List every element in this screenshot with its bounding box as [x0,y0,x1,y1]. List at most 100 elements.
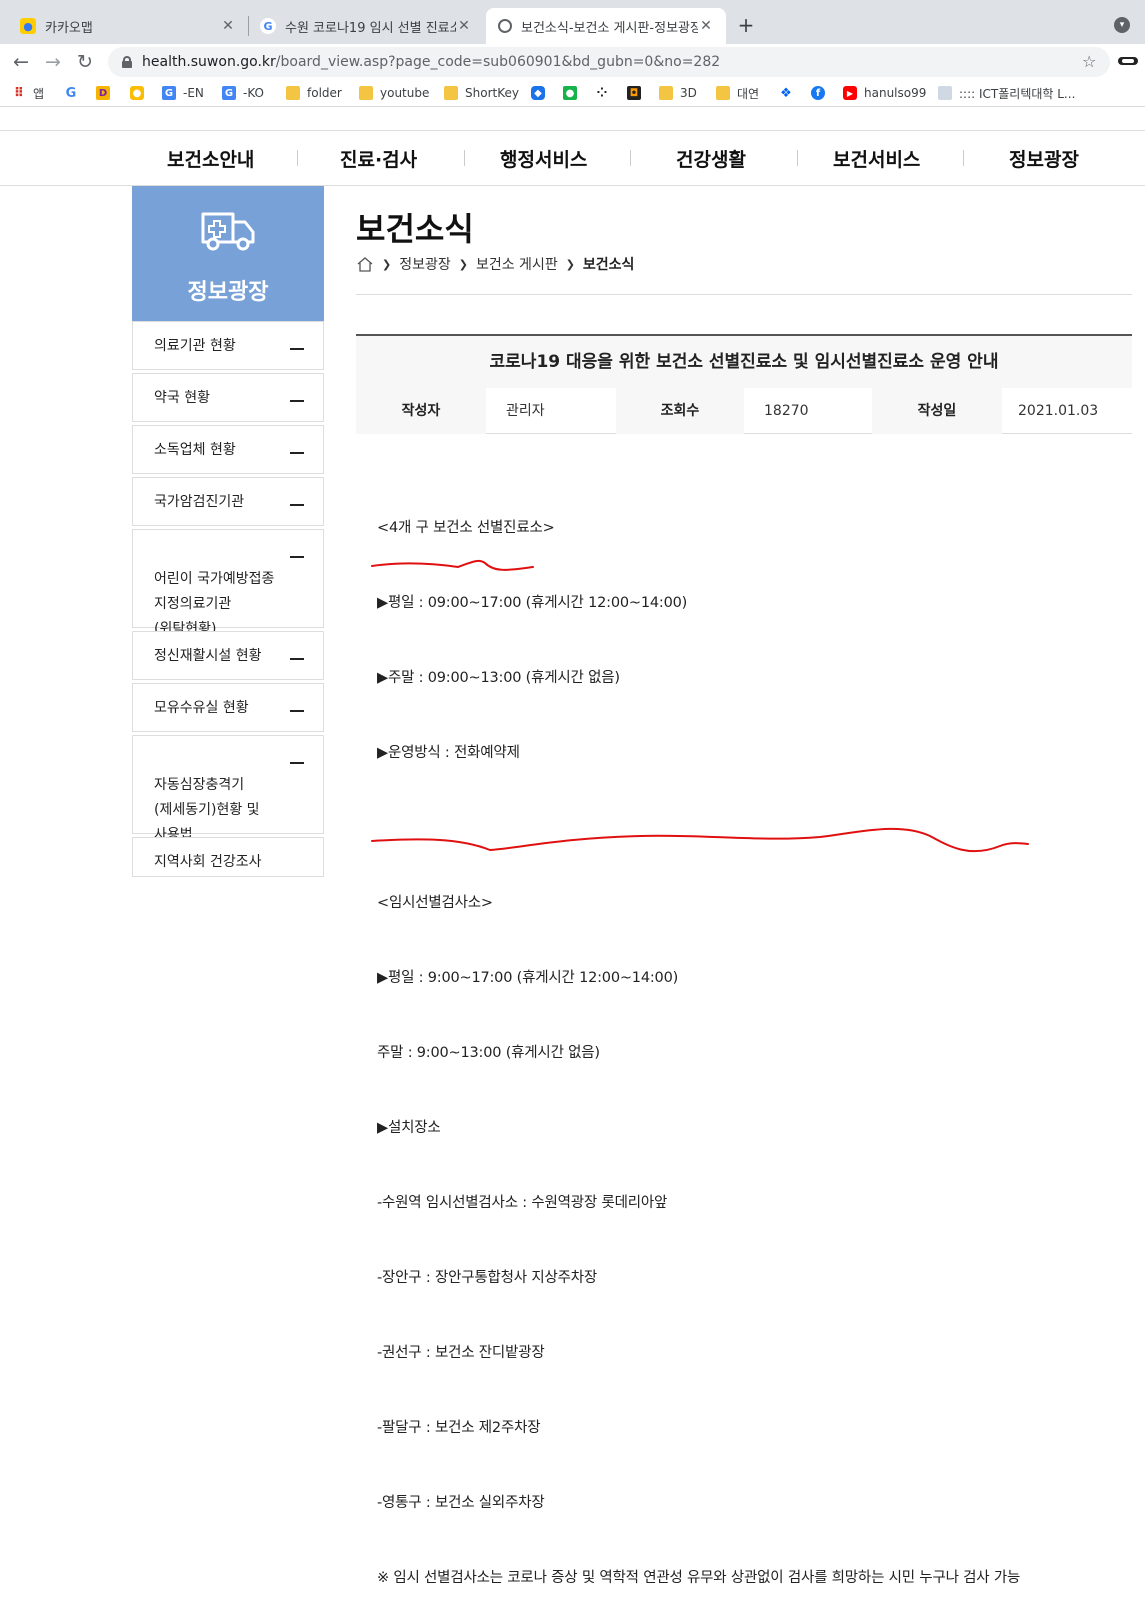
breadcrumb-info-plaza[interactable]: 정보광장 [399,254,451,274]
sidebar-item-rehab-facilities[interactable]: 정신재활시설 현황 [132,631,324,680]
bookmark-3d[interactable]: 3D [659,85,697,101]
address-bar[interactable]: health.suwon.go.kr/board_view.asp?page_c… [108,47,1110,77]
bookmark-folder[interactable]: folder [286,85,342,101]
ambulance-icon [201,212,255,251]
sidebar-item-label: 소독업체 현황 [154,442,236,458]
bookmark-translate-en[interactable]: G -EN [162,85,204,101]
nav-admin-services[interactable]: 행정서비스 [500,145,587,172]
dark-icon: ◘ [627,86,641,100]
forward-arrow-icon[interactable]: → [40,49,66,75]
close-icon[interactable]: ✕ [220,18,236,34]
sidebar-item-cancer-screening[interactable]: 국가암검진기관 [132,477,324,526]
nav-divider [297,150,298,166]
close-icon[interactable]: ✕ [456,18,472,34]
bookmark-yellow[interactable]: ● [130,85,151,101]
bookmark-apps[interactable]: ⠿ 앱 [12,85,44,101]
breadcrumb-current: 보건소식 [582,257,635,273]
body-line: -장안구 : 장안구통합청사 지상주차장 [377,1270,598,1286]
nav-health-services[interactable]: 보건서비스 [833,145,920,172]
nav-info-plaza[interactable]: 정보광장 [1009,145,1079,172]
nav-health-center-info[interactable]: 보건소안내 [167,145,254,172]
minus-icon [290,400,304,402]
bookmark-dropbox[interactable]: ❖ [779,85,800,101]
close-icon[interactable]: ✕ [698,18,714,34]
browser-toolbar: ← → ↻ health.suwon.go.kr/board_view.asp?… [0,44,1145,80]
profile-avatar-icon[interactable] [1118,55,1138,69]
folder-icon [286,86,300,100]
bookmark-label: ShortKey [465,86,519,100]
sidebar-item-disinfection[interactable]: 소독업체 현황 [132,425,324,474]
breadcrumb-board[interactable]: 보건소 게시판 [476,254,558,274]
bookmark-dots[interactable]: ⁘ [595,85,616,101]
body-line: ▶평일 : 9:00~17:00 (휴게시간 12:00~14:00) [377,970,679,986]
bookmark-daeyeon[interactable]: 대연 [716,85,759,101]
sidebar-title: 정보광장 [187,280,269,305]
browser-tab-bar: ● 카카오맵 ✕ G 수원 코로나19 임시 선별 진료소 ✕ 보건소식-보건소… [0,0,1145,44]
tab-kakaomap[interactable]: ● 카카오맵 ✕ [8,8,248,44]
bookmark-label: folder [307,86,342,100]
yellow-icon: ● [130,86,144,100]
bookmark-google[interactable]: G [64,85,85,101]
folder-icon [716,86,730,100]
bookmark-youtube-folder[interactable]: youtube [359,85,429,101]
new-tab-button[interactable]: + [736,13,756,37]
body-line: 주말 : 9:00~13:00 (휴게시간 없음) [377,1045,600,1061]
bookmark-shortkey[interactable]: ShortKey [444,85,519,101]
bookmark-label: -EN [183,86,204,100]
reload-icon[interactable]: ↻ [72,49,98,75]
bookmark-hex[interactable]: ◆ [531,85,552,101]
nav-treatment-test[interactable]: 진료·검사 [340,145,417,172]
sidebar-item-label: 자동심장충격기 (제세동기)현황 및 사용법 [154,777,260,843]
green-icon: ● [563,86,577,100]
body-line [377,816,1020,841]
sidebar-item-medical-institutions[interactable]: 의료기관 현황 [132,321,324,370]
post-title: 코로나19 대응을 위한 보건소 선별진료소 및 임시선별진료소 운영 안내 [356,334,1132,388]
tab-health-board[interactable]: 보건소식-보건소 게시판-정보광장 ✕ [486,8,726,44]
kakaomap-icon: ● [20,18,36,34]
apps-grid-icon: ⠿ [13,85,25,101]
tab-google-search[interactable]: G 수원 코로나19 임시 선별 진료소 ✕ [248,8,484,44]
body-line: ▶운영방식 : 전화예약제 [377,745,520,761]
bookmark-green[interactable]: ● [563,85,584,101]
sidebar-item-nursing-rooms[interactable]: 모유수유실 현황 [132,683,324,732]
minus-icon [290,348,304,350]
dots-icon: ⁘ [596,85,608,101]
chevron-right-icon: ❯ [382,257,392,271]
sidebar-item-community-health[interactable]: 지역사회 건강조사 [132,837,324,877]
nav-health-life[interactable]: 건강생활 [676,145,746,172]
tab-title: 보건소식-보건소 게시판-정보광장 [521,20,698,36]
sidebar-item-vaccination[interactable]: 어린이 국가예방접종 지정의료기관 (위탁현황) [132,529,324,637]
body-line: -팔달구 : 보건소 제2주차장 [377,1420,541,1436]
youtube-icon: ▶ [843,86,857,100]
post-body: <4개 구 보건소 선별진료소> ▶평일 : 09:00~17:00 (휴게시간… [377,466,1020,1616]
back-arrow-icon[interactable]: ← [8,49,34,75]
nav-divider [630,150,631,166]
sidebar-item-pharmacies[interactable]: 약국 현황 [132,373,324,422]
main-nav: 보건소안내 진료·검사 행정서비스 건강생활 보건서비스 정보광장 [0,130,1145,186]
home-icon[interactable] [356,256,374,272]
date-label: 작성일 [872,388,1002,434]
bookmark-star-icon[interactable]: ☆ [1082,52,1096,71]
bookmark-ict-polytech[interactable]: :::: ICT폴리텍대학 L... [938,85,1075,101]
bookmark-label: :::: ICT폴리텍대학 L... [959,86,1076,101]
bookmarks-bar: ⠿ 앱 G D ● G -EN G -KO folder youtube Sho… [0,80,1145,107]
sidebar-item-label: 국가암검진기관 [154,494,245,510]
sidebar-item-aed[interactable]: 자동심장충격기 (제세동기)현황 및 사용법 [132,735,324,843]
sidebar-item-label: 정신재활시설 현황 [154,648,262,664]
sidebar-item-label: 모유수유실 현황 [154,700,249,716]
author-value: 관리자 [506,403,545,419]
minus-icon [290,556,304,558]
bookmark-translate-ko[interactable]: G -KO [222,85,264,101]
date-value: 2021.01.03 [1018,403,1099,419]
google-icon: G [260,18,276,34]
bookmark-hanulso99[interactable]: ▶ hanulso99 [843,85,926,101]
bookmark-d[interactable]: D [96,85,117,101]
tab-title: 수원 코로나19 임시 선별 진료소 [285,20,456,36]
bookmark-label: youtube [380,86,430,100]
minus-icon [290,710,304,712]
lock-icon [122,56,132,68]
bookmark-dark[interactable]: ◘ [627,85,648,101]
tab-search-icon[interactable]: ▾ [1114,17,1130,33]
author-label: 작성자 [356,388,486,434]
bookmark-facebook[interactable]: f [811,85,832,101]
